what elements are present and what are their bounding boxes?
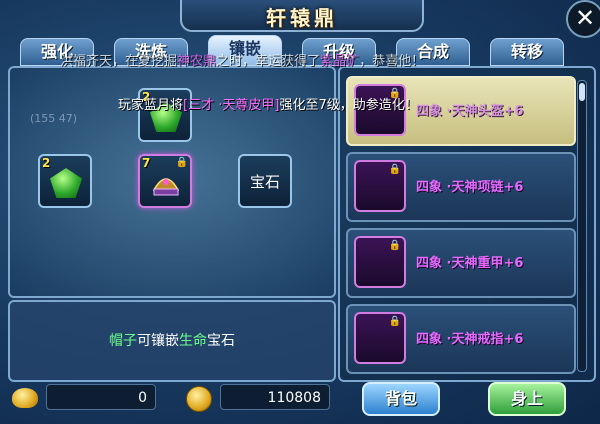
bag-button[interactable]: 背包 [362,382,440,416]
hint-gem: 生命 [179,333,207,349]
equipment-name: 四象 ·天神头盔+6 [416,104,524,119]
lock-icon: 🔒 [388,316,401,327]
equipment-name: 四象 ·天神戒指+6 [416,332,524,347]
gem-slot-left[interactable]: 2 [38,154,92,208]
coin-icon [186,386,212,412]
system-broadcast-1: 洪福齐天，在夏挖掘神农鼎之时，幸运获得了紫晶矿，恭喜他！ [60,50,424,69]
broadcast-text: 之时，幸运获得了 [216,54,321,69]
coin-value: 110808 [220,384,330,410]
tab-transfer[interactable]: 转移 [490,38,564,66]
lock-icon: 🔒 [388,164,401,175]
lock-icon: 🔒 [388,240,401,251]
broadcast-text: 强化至7级，助参造化！ [279,98,418,113]
necklace-icon: 🔒 [354,160,406,212]
ring-icon: 🔒 [354,312,406,364]
helmet-icon [152,178,180,196]
green-gem-icon [50,168,82,198]
hint-suffix: 宝石 [207,333,235,349]
equipment-list-panel: 🔒 四象 ·天神头盔+6 🔒 四象 ·天神项链+6 🔒 四象 ·天神重甲+6 🔒… [338,66,596,382]
armor-icon: 🔒 [354,236,406,288]
ingot-value: 0 [46,384,156,410]
title-bar: 轩辕鼎 [180,0,424,32]
system-broadcast-2: 玩家蓝月将[三才 ·天尊皮甲]强化至7级，助参造化！ [118,94,418,113]
equipment-name: 四象 ·天神项链+6 [416,180,524,195]
equipment-list-scrollbar[interactable] [577,80,587,372]
equipment-item[interactable]: 🔒 四象 ·天神重甲+6 [346,228,576,298]
broadcast-highlight: [三才 ·天尊皮甲] [183,98,280,113]
inlay-hint: 帽子可镶嵌生命宝石 [10,330,334,350]
hint-item: 帽子 [109,333,137,349]
bottom-bar: 0 110808 背包 身上 [0,378,600,424]
window-title: 轩辕鼎 [266,6,338,30]
broadcast-text: ，恭喜他！ [359,54,425,69]
equipment-slot-center[interactable]: 7 🔒 [138,154,192,208]
game-window: 轩辕鼎 ✕ 强化 洗炼 镶嵌 升级 合成 转移 (155 47) 2 2 7 🔒 [0,0,600,424]
gem-slot-right[interactable]: 宝石 [238,154,292,208]
equipment-item[interactable]: 🔒 四象 ·天神项链+6 [346,152,576,222]
item-count: 7 [142,156,151,170]
close-button[interactable]: ✕ [566,0,600,38]
faded-coords: (155 47) [30,112,78,125]
broadcast-highlight: 紫晶矿 [320,54,360,69]
equipped-button[interactable]: 身上 [488,382,566,416]
equipment-name: 四象 ·天神重甲+6 [416,256,524,271]
gold-ingot-icon [12,388,38,408]
lock-icon: 🔒 [175,157,188,168]
hint-panel: 帽子可镶嵌生命宝石 [8,300,336,382]
broadcast-text: 洪福齐天， [60,54,126,69]
broadcast-highlight: 神农鼎 [177,54,217,69]
broadcast-text: 玩家蓝月将 [118,98,184,113]
broadcast-text: 在夏挖掘 [125,54,178,69]
gem-count: 2 [42,156,51,170]
scroll-thumb[interactable] [579,83,585,101]
equipment-item[interactable]: 🔒 四象 ·天神戒指+6 [346,304,576,374]
hint-mid: 可镶嵌 [137,333,179,349]
gem-slot-label: 宝石 [249,173,280,191]
